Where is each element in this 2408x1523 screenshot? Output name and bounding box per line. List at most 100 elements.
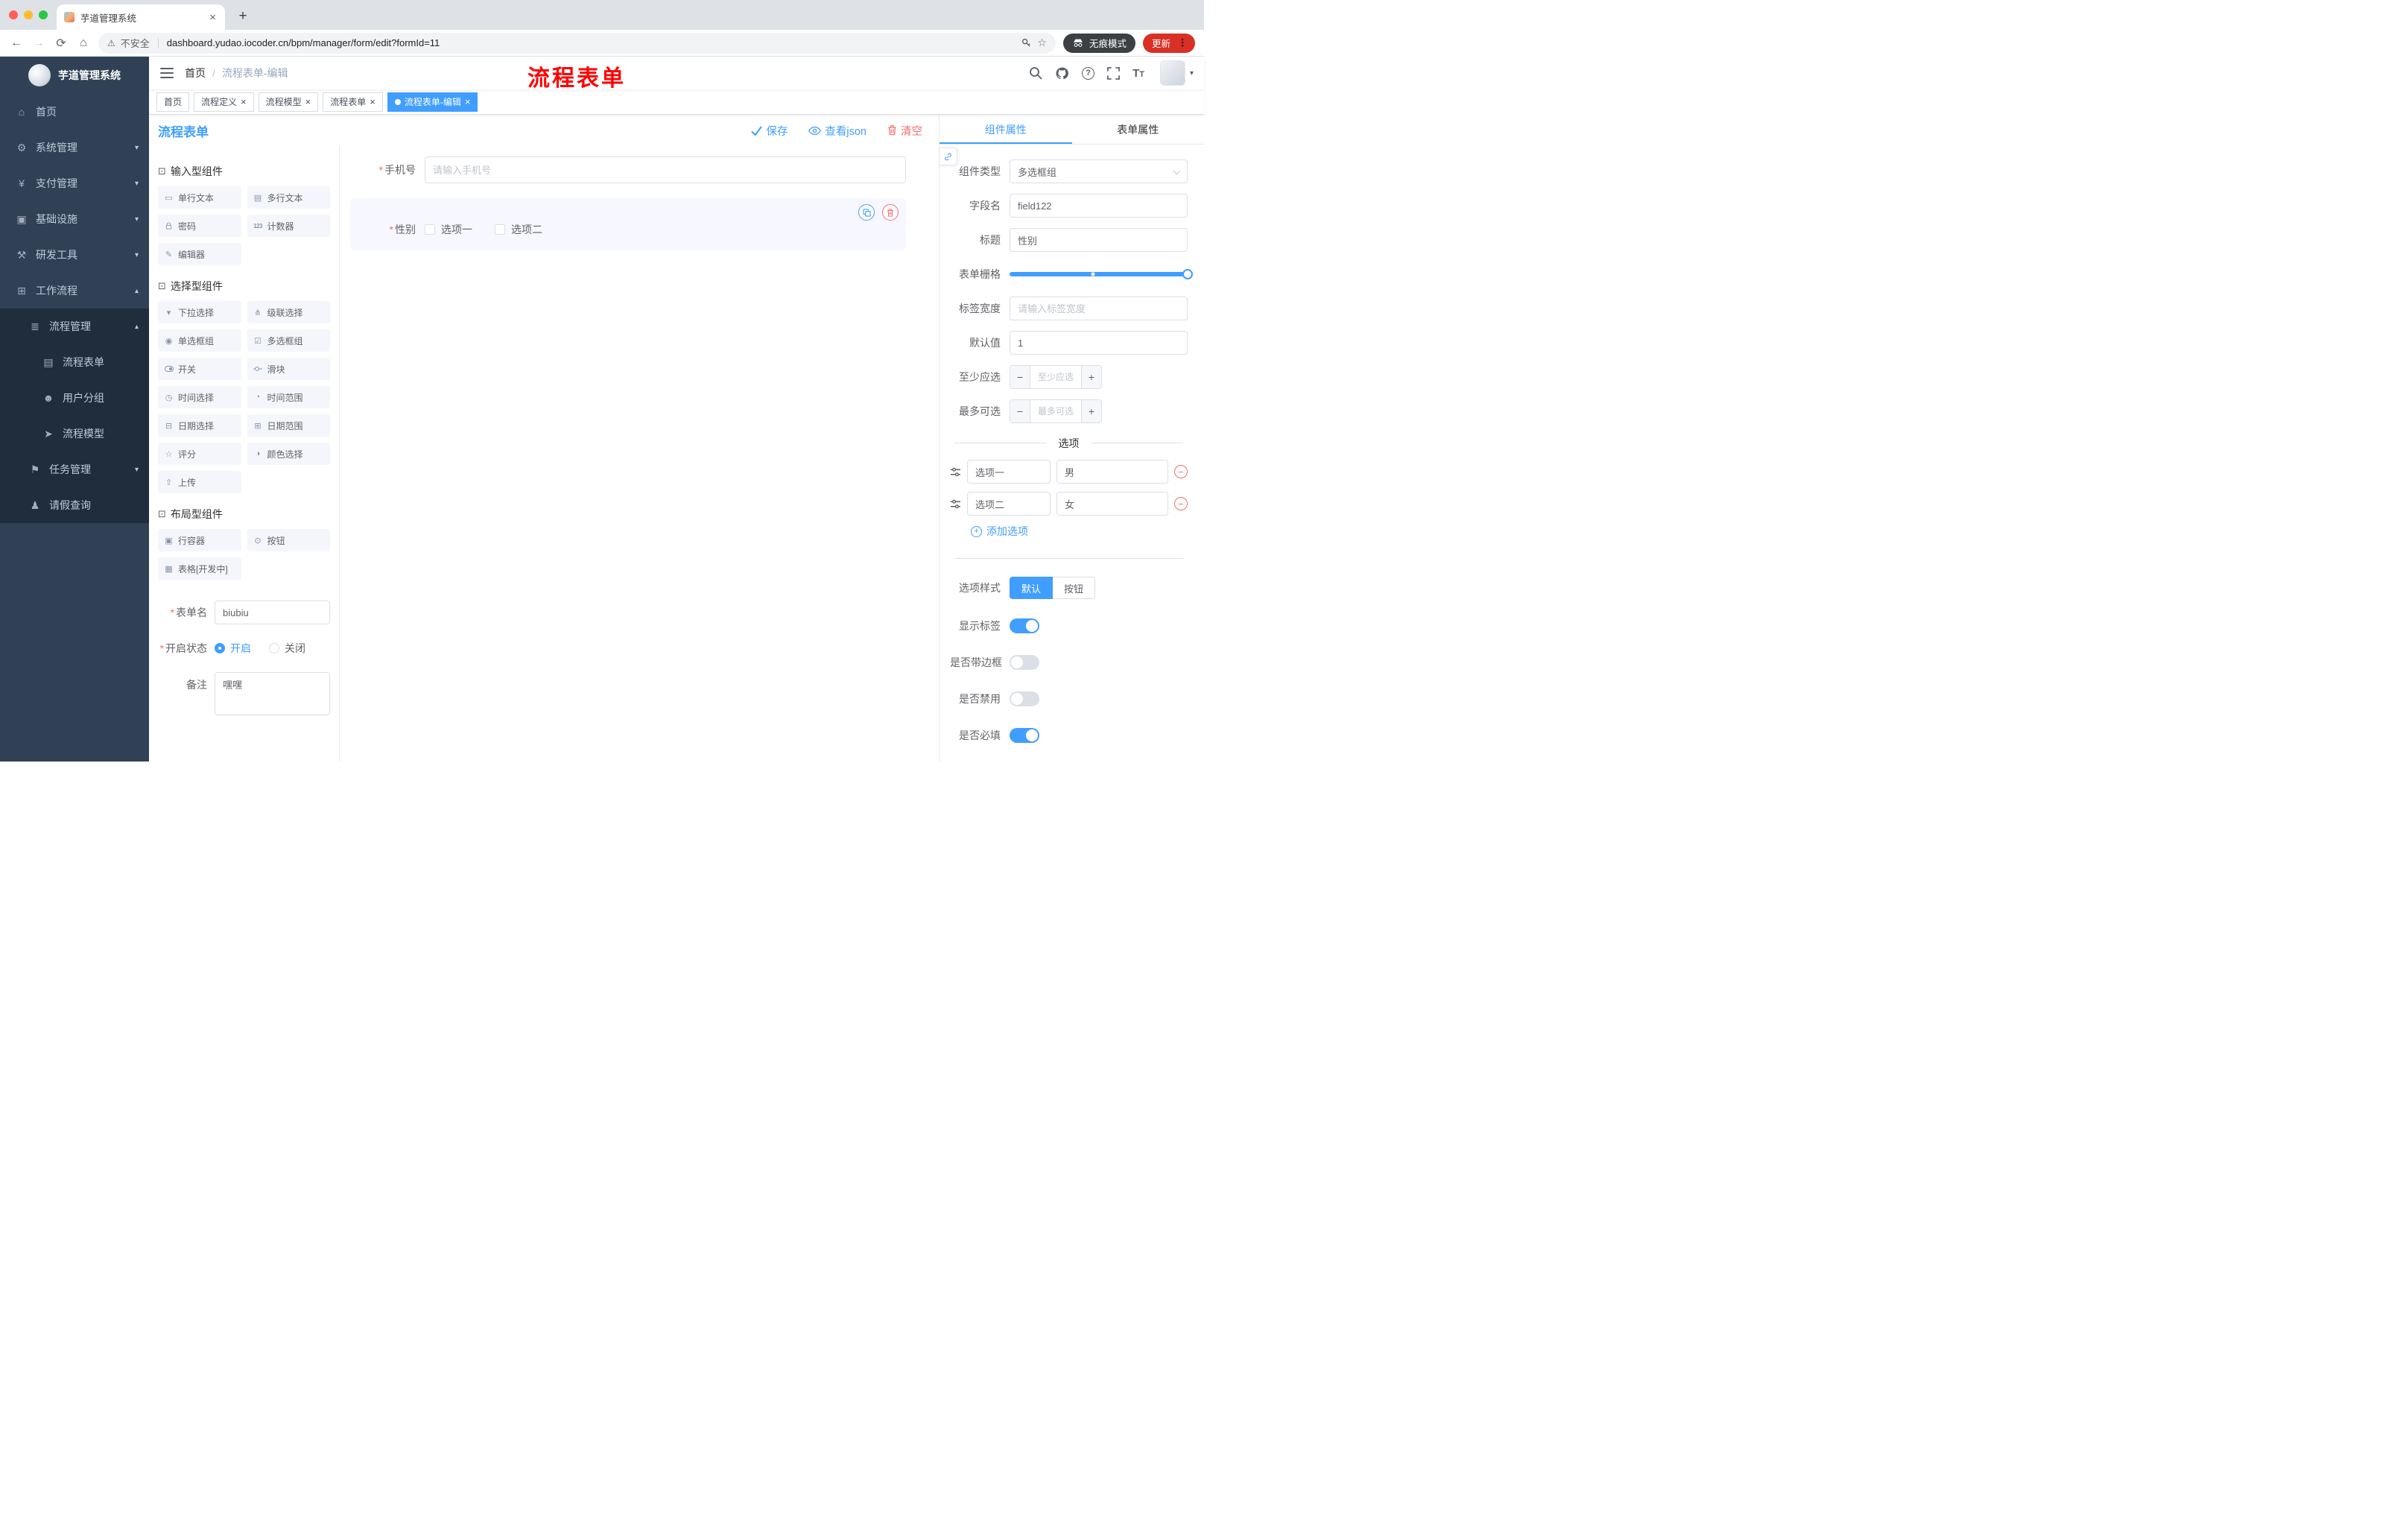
form-name-input[interactable] (215, 601, 330, 624)
palette-item-rate[interactable]: ☆ 评分 (158, 443, 241, 465)
fullscreen-icon[interactable] (1107, 66, 1120, 80)
minus-icon[interactable]: − (1010, 400, 1030, 422)
hamburger-icon[interactable] (149, 57, 185, 89)
palette-item-color-picker[interactable]: ◑ 颜色选择 (247, 443, 330, 465)
palette-item-time-picker[interactable]: ◷ 时间选择 (158, 386, 241, 408)
sidebar-item-home[interactable]: ⌂ 首页 (0, 94, 149, 130)
slider-handle[interactable] (1182, 269, 1193, 279)
palette-item-radio-group[interactable]: ◉ 单选框组 (158, 329, 241, 352)
palette-item-date-range[interactable]: ⊞ 日期范围 (247, 414, 330, 437)
palette-item-button[interactable]: ⊙ 按钮 (247, 529, 330, 551)
tab-component-props[interactable]: 组件属性 (940, 115, 1072, 144)
form-canvas[interactable]: * 手机号 请输入手机号 * 性别 选项一 选项二 (340, 146, 939, 762)
minus-icon[interactable]: − (1010, 366, 1030, 388)
delete-component-button[interactable] (882, 204, 899, 221)
browser-menu-icon[interactable]: ⋮ (1177, 37, 1188, 49)
palette-item-slider[interactable]: 滑块 (247, 358, 330, 380)
style-button-button[interactable]: 按钮 (1053, 577, 1096, 599)
palette-item-cascader[interactable]: ⋔ 级联选择 (247, 301, 330, 323)
sidebar-item-infrastructure[interactable]: ▣ 基础设施 ▾ (0, 201, 149, 237)
home-icon-browser[interactable]: ⌂ (76, 37, 91, 50)
save-button[interactable]: 保存 (751, 123, 788, 139)
option-label-input[interactable] (967, 460, 1051, 484)
option-value-input[interactable] (1056, 460, 1168, 484)
tag-close-icon[interactable]: × (305, 97, 311, 107)
tag-process-form[interactable]: 流程表单 × (323, 92, 383, 112)
field-name-input[interactable] (1010, 194, 1188, 218)
sidebar-item-task-management[interactable]: ⚑ 任务管理 ▾ (0, 452, 149, 487)
sidebar-item-leave-query[interactable]: ♟ 请假查询 (0, 487, 149, 523)
sidebar-item-user-group[interactable]: ☻ 用户分组 (0, 380, 149, 416)
palette-item-table[interactable]: ▦ 表格[开发中] (158, 557, 241, 580)
palette-item-multi-line-text[interactable]: ▤ 多行文本 (247, 186, 330, 209)
show-label-toggle[interactable] (1010, 618, 1039, 633)
checkbox-option-2[interactable]: 选项二 (495, 222, 542, 237)
canvas-field-phone[interactable]: * 手机号 (350, 156, 906, 183)
palette-item-row-container[interactable]: ▣ 行容器 (158, 529, 241, 551)
app-logo[interactable]: 芋道管理系统 (0, 57, 149, 94)
checkbox-option-1[interactable]: 选项一 (425, 222, 472, 237)
plus-icon[interactable]: + (1081, 400, 1101, 422)
sidebar-item-process-model[interactable]: ➤ 流程模型 (0, 416, 149, 452)
tab-close-icon[interactable]: × (208, 12, 218, 23)
tab-form-props[interactable]: 表单属性 (1072, 115, 1205, 144)
add-option-button[interactable]: + 添加选项 (971, 524, 1188, 539)
phone-input[interactable] (425, 156, 906, 183)
bookmark-star-icon[interactable]: ☆ (1037, 37, 1047, 49)
tag-process-model[interactable]: 流程模型 × (258, 92, 319, 112)
user-avatar[interactable]: ▾ (1159, 60, 1194, 86)
browser-tab[interactable]: 芋道管理系统 × (57, 4, 225, 30)
title-input[interactable] (1010, 228, 1188, 252)
view-json-button[interactable]: 查看json (808, 123, 866, 139)
sidebar-item-process-form[interactable]: ▤ 流程表单 (0, 344, 149, 380)
help-icon[interactable]: ? (1082, 66, 1095, 80)
disabled-toggle[interactable] (1010, 691, 1039, 706)
window-minimize-button[interactable] (24, 10, 33, 19)
status-radio-on[interactable]: 开启 (215, 641, 251, 656)
sidebar-item-process-management[interactable]: ≣ 流程管理 ▾ (0, 308, 149, 344)
address-bar[interactable]: ⚠ 不安全 dashboard.yudao.iocoder.cn/bpm/man… (98, 32, 1056, 54)
back-icon[interactable]: ← (9, 37, 24, 50)
key-icon[interactable] (1021, 37, 1032, 48)
github-icon[interactable] (1055, 66, 1069, 80)
sidebar-item-dev-tools[interactable]: ⚒ 研发工具 ▾ (0, 237, 149, 273)
max-select-input[interactable] (1030, 400, 1081, 422)
default-value-input[interactable] (1010, 331, 1188, 355)
grid-slider[interactable] (1010, 262, 1193, 286)
palette-item-single-line-text[interactable]: ▭ 单行文本 (158, 186, 241, 209)
palette-item-counter[interactable]: 123 计数器 (247, 215, 330, 237)
option-value-input[interactable] (1056, 492, 1168, 516)
tag-process-definition[interactable]: 流程定义 × (194, 92, 254, 112)
palette-item-editor[interactable]: ✎ 编辑器 (158, 243, 241, 265)
new-tab-button[interactable]: + (234, 8, 252, 25)
component-type-select[interactable] (1010, 159, 1188, 183)
option-label-input[interactable] (967, 492, 1051, 516)
reload-icon[interactable]: ⟳ (54, 36, 69, 51)
browser-update-button[interactable]: 更新 ⋮ (1142, 33, 1195, 53)
palette-item-password[interactable]: 密码 (158, 215, 241, 237)
border-toggle[interactable] (1010, 655, 1039, 670)
sidebar-item-payment[interactable]: ¥ 支付管理 ▾ (0, 165, 149, 201)
label-width-input[interactable] (1010, 297, 1188, 320)
style-default-button[interactable]: 默认 (1010, 577, 1054, 599)
search-icon[interactable] (1029, 66, 1042, 80)
required-toggle[interactable] (1010, 728, 1039, 743)
drag-handle-icon[interactable] (950, 467, 961, 477)
min-select-input[interactable] (1030, 366, 1081, 388)
tag-home[interactable]: 首页 (156, 92, 190, 112)
sidebar-item-system[interactable]: ⚙ 系统管理 ▾ (0, 130, 149, 165)
tag-close-icon[interactable]: × (370, 97, 376, 107)
tag-close-icon[interactable]: × (241, 97, 247, 107)
tag-process-form-edit[interactable]: 流程表单-编辑 × (387, 92, 478, 112)
link-button[interactable] (940, 148, 957, 165)
remove-option-icon[interactable]: − (1174, 497, 1188, 510)
tag-close-icon[interactable]: × (465, 97, 471, 107)
plus-icon[interactable]: + (1081, 366, 1101, 388)
status-radio-off[interactable]: 关闭 (269, 641, 305, 656)
sidebar-item-workflow[interactable]: ⊞ 工作流程 ▾ (0, 273, 149, 308)
breadcrumb-home[interactable]: 首页 (185, 66, 206, 80)
palette-item-upload[interactable]: ⇧ 上传 (158, 471, 241, 493)
canvas-field-gender-selected[interactable]: * 性别 选项一 选项二 (350, 198, 906, 250)
palette-item-select-dropdown[interactable]: ▾ 下拉选择 (158, 301, 241, 323)
forward-icon[interactable]: → (31, 37, 46, 50)
